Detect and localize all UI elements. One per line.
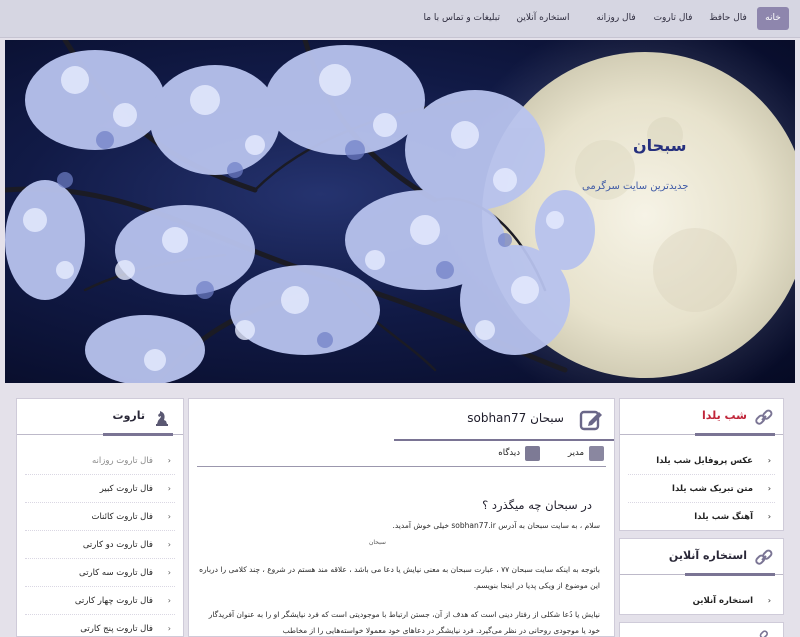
list-item-label: عکس پروفایل شب یلدا <box>656 456 753 466</box>
chevron-left-icon: ‹ <box>767 484 771 493</box>
yalda-item-greeting[interactable]: ‹ متن تبریک شب یلدا <box>628 475 775 503</box>
chevron-left-icon: ‹ <box>167 596 171 605</box>
nav-item-istikhara[interactable]: استخاره آنلاین <box>507 7 579 30</box>
link-icon <box>755 409 773 425</box>
tarot-panel-title: تاروت <box>112 409 145 422</box>
comment-icon <box>525 446 540 461</box>
chevron-left-icon: ‹ <box>167 540 171 549</box>
site-title[interactable]: سبحان <box>633 136 686 155</box>
link-icon <box>755 549 773 565</box>
istikhara-list: ‹ استخاره آنلاین <box>620 587 783 615</box>
post-comments-link[interactable]: دیدگاه <box>498 448 520 458</box>
nav-item-hafez[interactable]: فال حافظ <box>705 7 751 30</box>
list-item-label: استخاره آنلاین <box>692 596 753 606</box>
list-item-label: آهنگ شب یلدا <box>694 512 753 522</box>
post-author[interactable]: مدیر <box>568 448 584 458</box>
chevron-left-icon: ‹ <box>167 484 171 493</box>
list-item-label: فال تاروت کائنات <box>91 512 153 522</box>
hero-night-blossom-image <box>5 40 795 383</box>
yalda-item-profile[interactable]: ‹ عکس پروفایل شب یلدا <box>628 447 775 475</box>
list-item-label: فال تاروت سه کارتی <box>79 568 153 578</box>
istikhara-header-underline <box>685 573 775 576</box>
tarot-item-three-card[interactable]: ‹ فال تاروت سه کارتی <box>25 559 175 587</box>
top-navigation: خانه فال حافظ فال تاروت فال روزانه استخا… <box>0 0 800 38</box>
list-item-label: فال تاروت چهار کارتی <box>74 596 153 606</box>
post-paragraph-3: نیایش یا دُعا شکلی از رفتار دینی است که … <box>208 610 600 635</box>
tarot-list: ‹ فال تاروت روزانه ‹ فال تاروت کبیر ‹ فال ت… <box>17 447 183 637</box>
istikhara-panel-header: استخاره آنلاین <box>620 539 783 576</box>
yalda-list: ‹ عکس پروفایل شب یلدا ‹ متن تبریک شب یلدا … <box>620 447 783 531</box>
user-icon <box>589 446 604 461</box>
list-item-label: متن تبریک شب یلدا <box>672 484 753 494</box>
link-icon <box>759 630 768 637</box>
yalda-header-underline <box>695 433 775 436</box>
yalda-panel-title: شب یلدا <box>701 409 747 422</box>
post-paragraph-1: سلام ، به سایت سبحان به آدرس sobhan77.ir… <box>392 521 600 530</box>
post-paragraph-2: باتوجه به اینکه سایت سبحان ۷۷ ، عبارت سب… <box>199 565 600 590</box>
istikhara-panel: استخاره آنلاین ‹ استخاره آنلاین <box>619 538 784 615</box>
tarot-item-two-card[interactable]: ‹ فال تاروت دو کارتی <box>25 531 175 559</box>
nav-item-home[interactable]: خانه <box>757 7 789 30</box>
chevron-left-icon: ‹ <box>767 596 771 605</box>
post-signature: سبحان <box>369 539 386 546</box>
third-sidebar-panel <box>619 622 784 637</box>
post-title-underline <box>394 439 614 441</box>
tarot-card-icon <box>156 411 168 426</box>
chevron-left-icon: ‹ <box>767 512 771 521</box>
chevron-left-icon: ‹ <box>167 624 171 633</box>
tarot-header-underline <box>103 433 173 436</box>
edit-icon <box>579 410 602 431</box>
tarot-item-four-card[interactable]: ‹ فال تاروت چهار کارتی <box>25 587 175 615</box>
list-item-label: فال تاروت دو کارتی <box>82 540 153 550</box>
tarot-panel: تاروت ‹ فال تاروت روزانه ‹ فال تاروت کبیر … <box>16 398 184 637</box>
chevron-left-icon: ‹ <box>167 512 171 521</box>
post-title[interactable]: سبحان sobhan77 <box>467 411 564 425</box>
post-meta: مدیر دیدگاه <box>197 443 606 467</box>
tarot-item-five-card[interactable]: ‹ فال تاروت پنج کارتی <box>25 615 175 637</box>
yalda-panel: شب یلدا ‹ عکس پروفایل شب یلدا ‹ متن تبریک … <box>619 398 784 531</box>
post-panel: سبحان sobhan77 مدیر دیدگاه در سبحان چه م… <box>188 398 615 637</box>
istikhara-panel-title: استخاره آنلاین <box>668 549 747 562</box>
list-item-label: فال تاروت پنج کارتی <box>80 624 153 634</box>
tarot-item-kabir[interactable]: ‹ فال تاروت کبیر <box>25 475 175 503</box>
nav-item-tarot[interactable]: فال تاروت <box>650 7 696 30</box>
nav-item-daily[interactable]: فال روزانه <box>590 7 642 30</box>
nav-item-contact[interactable]: تبلیغات و تماس با ما <box>423 7 500 30</box>
chevron-left-icon: ‹ <box>767 456 771 465</box>
yalda-item-song[interactable]: ‹ آهنگ شب یلدا <box>628 503 775 531</box>
istikhara-item-online[interactable]: ‹ استخاره آنلاین <box>628 587 775 615</box>
tarot-item-kaenat[interactable]: ‹ فال تاروت کائنات <box>25 503 175 531</box>
chevron-left-icon: ‹ <box>167 456 171 465</box>
yalda-panel-header: شب یلدا <box>620 399 783 436</box>
tarot-panel-header: تاروت <box>17 399 183 436</box>
post-heading: در سبحان چه میگذرد ؟ <box>482 498 592 512</box>
list-item-label: فال تاروت روزانه <box>92 456 153 466</box>
list-item-label: فال تاروت کبیر <box>99 484 153 494</box>
tarot-item-daily[interactable]: ‹ فال تاروت روزانه <box>25 447 175 475</box>
chevron-left-icon: ‹ <box>167 568 171 577</box>
site-subtitle: جدیدترین سایت سرگرمی <box>582 181 689 192</box>
hero-banner: سبحان جدیدترین سایت سرگرمی <box>5 40 795 383</box>
